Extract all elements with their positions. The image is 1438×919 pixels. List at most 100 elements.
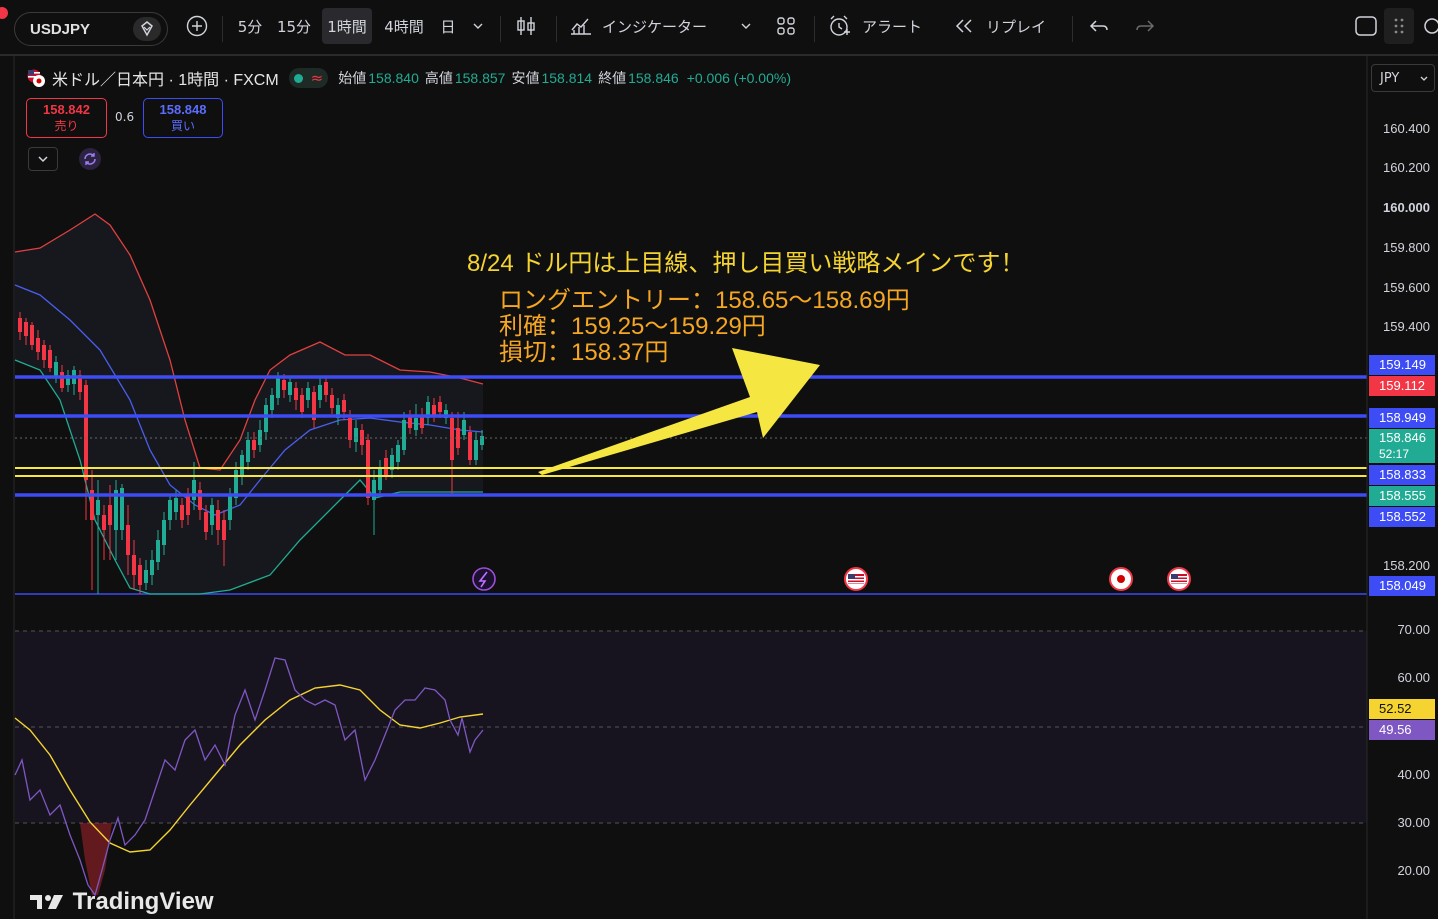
candle-body xyxy=(228,495,232,520)
tradingview-logo[interactable]: TradingView xyxy=(28,888,214,916)
buy-label: 買い xyxy=(170,119,195,133)
lightning-event-icon[interactable] xyxy=(472,567,496,591)
candle-body xyxy=(348,418,352,440)
candle-body xyxy=(264,405,268,432)
candle-body xyxy=(48,350,52,368)
chart-app: USDJPY 5分 15分 1時間 4時間 日 インジケーター アラート リプレ… xyxy=(0,0,1438,919)
candle-body xyxy=(156,540,160,562)
candle-body xyxy=(84,385,88,480)
buy-button[interactable]: 158.848 買い xyxy=(143,98,223,138)
chart-legend: 米ドル／日本円 · 1時間 · FXCM ≈ 始値 158.840 高値 158.8… xyxy=(26,66,791,90)
candle-body xyxy=(354,428,358,442)
price-axis-label: 159.400 xyxy=(1383,319,1430,334)
candle-body xyxy=(276,378,280,398)
sync-refresh-icon[interactable] xyxy=(79,148,101,170)
candle-body xyxy=(414,418,418,430)
candle-body xyxy=(216,510,220,530)
price-tag: 158.555 xyxy=(1369,486,1435,506)
collapse-legend-chevron-icon[interactable] xyxy=(28,147,58,171)
candle-body xyxy=(36,338,40,352)
rsi-axis-label: 60.00 xyxy=(1397,670,1430,685)
price-tag: 159.112 xyxy=(1369,376,1435,396)
currency-select[interactable]: JPY xyxy=(1371,64,1435,92)
change-value: +0.006 (+0.00%) xyxy=(686,70,791,86)
sell-price: 158.842 xyxy=(43,102,90,117)
price-axis-label: 159.600 xyxy=(1383,280,1430,295)
candle-body xyxy=(384,458,388,475)
us-flag-event-icon[interactable] xyxy=(1167,567,1191,591)
candle-body xyxy=(252,440,256,450)
rsi-ma-tag: 52.52 xyxy=(1369,699,1435,719)
jp-flag-event-icon[interactable] xyxy=(1109,567,1133,591)
candle-body xyxy=(300,395,304,412)
rsi-axis-label: 70.00 xyxy=(1397,622,1430,637)
price-tag: 158.833 xyxy=(1369,465,1435,485)
us-flag-event-icon[interactable] xyxy=(844,567,868,591)
close-label: 終値 xyxy=(598,71,627,87)
price-axis-label: 160.200 xyxy=(1383,160,1430,175)
rsi-axis-label: 30.00 xyxy=(1397,815,1430,830)
candle-body xyxy=(204,512,208,532)
sell-button[interactable]: 158.842 売り xyxy=(26,98,107,138)
candle-body xyxy=(402,420,406,450)
candle-body xyxy=(174,498,178,512)
candle-body xyxy=(396,445,400,462)
candle-body xyxy=(282,380,286,390)
market-status-icon: ≈ xyxy=(288,68,329,88)
price-tag: 158.949 xyxy=(1369,408,1435,428)
candle-body xyxy=(24,322,28,336)
price-tag: 159.149 xyxy=(1369,355,1435,375)
open-label: 始値 xyxy=(338,71,367,87)
close-value: 158.846 xyxy=(628,70,679,86)
candle-body xyxy=(474,440,478,460)
candle-body xyxy=(162,520,166,545)
currency-label: JPY xyxy=(1380,71,1400,86)
candle-body xyxy=(60,372,64,388)
currency-chevron-icon xyxy=(1420,76,1428,81)
bar-countdown: 52:17 xyxy=(1379,447,1410,461)
annotation-headline[interactable]: 8/24 ドル円は上目線、押し目買い戦略メインです！ xyxy=(467,243,1024,278)
brand-name: TradingView xyxy=(72,888,214,915)
price-axis-label: 158.200 xyxy=(1383,558,1430,573)
candle-body xyxy=(468,432,472,460)
legend-title[interactable]: 米ドル／日本円 · 1時間 · FXCM xyxy=(52,66,279,90)
rsi-tag: 49.56 xyxy=(1369,720,1435,740)
candle-body xyxy=(168,500,172,520)
candle-body xyxy=(240,455,244,475)
rsi-axis-label: 20.00 xyxy=(1397,863,1430,878)
low-label: 安値 xyxy=(511,71,540,87)
candle-body xyxy=(480,436,484,445)
candle-body xyxy=(42,345,46,360)
candle-body xyxy=(318,385,322,400)
current-price: 158.846 xyxy=(1379,430,1426,445)
candle-body xyxy=(150,560,154,575)
candle-body xyxy=(330,395,334,408)
high-value: 158.857 xyxy=(454,70,506,86)
annotation-stop-loss[interactable]: 損切：158.37円 xyxy=(499,332,668,367)
candle-body xyxy=(306,388,310,400)
high-label: 高値 xyxy=(424,71,453,87)
candle-body xyxy=(18,318,22,332)
candle-body xyxy=(186,495,190,515)
candle-body xyxy=(192,480,196,500)
candle-body xyxy=(138,565,142,585)
flag-pair-icon xyxy=(26,68,46,88)
candle-body xyxy=(180,505,184,520)
candle-body xyxy=(126,525,130,555)
candle-body xyxy=(102,515,106,530)
tradingview-mark-icon xyxy=(30,895,63,909)
buy-price: 158.848 xyxy=(159,102,207,117)
candle-body xyxy=(198,490,202,510)
candle-body xyxy=(108,505,112,525)
price-axis-label: 159.800 xyxy=(1383,240,1430,255)
candle-body xyxy=(132,555,136,575)
low-value: 158.814 xyxy=(541,70,593,86)
candle-body xyxy=(210,505,214,525)
candle-body xyxy=(246,440,250,462)
rsi-axis-label: 40.00 xyxy=(1397,767,1430,782)
candle-body xyxy=(222,520,226,540)
price-tag: 158.552 xyxy=(1369,507,1435,527)
price-axis-label: 160.000 xyxy=(1383,200,1430,215)
price-tag-current: 158.846 52:17 xyxy=(1369,429,1435,463)
spread-value: 0.6 xyxy=(115,110,135,124)
